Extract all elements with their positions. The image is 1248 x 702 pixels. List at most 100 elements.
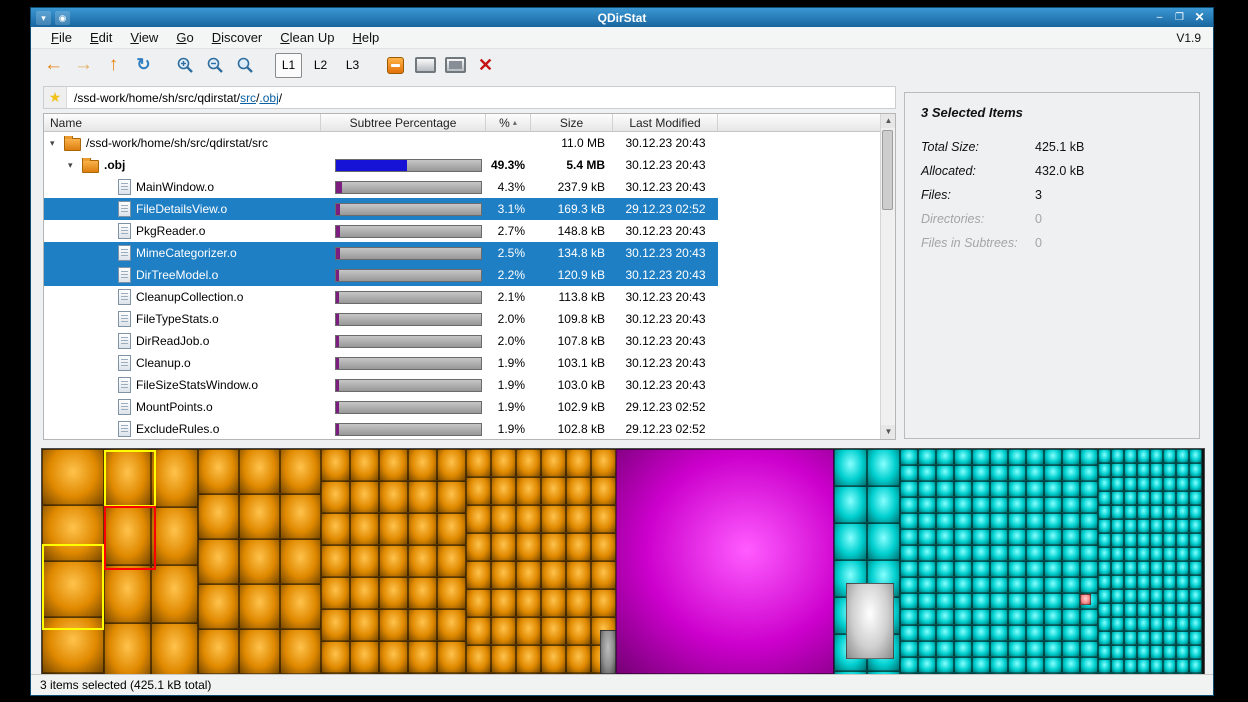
treemap-tile[interactable] — [918, 465, 936, 481]
treemap-tile[interactable] — [954, 481, 972, 497]
expander-icon[interactable]: ▾ — [68, 160, 77, 171]
treemap-tile[interactable] — [1189, 617, 1202, 631]
treemap-tile[interactable] — [1176, 617, 1189, 631]
treemap-tile[interactable] — [1163, 547, 1176, 561]
treemap-tile[interactable] — [466, 449, 491, 477]
treemap-tile[interactable] — [1124, 449, 1137, 463]
level-3-button[interactable]: L3 — [339, 53, 366, 78]
treemap-tile[interactable] — [198, 539, 239, 584]
treemap-tile[interactable] — [1163, 505, 1176, 519]
treemap-tile[interactable] — [1098, 519, 1111, 533]
treemap-tile[interactable] — [1008, 609, 1026, 625]
treemap-tile[interactable] — [900, 657, 918, 673]
treemap-tile[interactable] — [1124, 519, 1137, 533]
treemap-tile[interactable] — [1150, 505, 1163, 519]
treemap-tile[interactable] — [1026, 449, 1044, 465]
treemap-tile[interactable] — [516, 645, 541, 673]
treemap-tile[interactable] — [591, 505, 616, 533]
treemap-tile[interactable] — [936, 609, 954, 625]
treemap-tile[interactable] — [972, 609, 990, 625]
menu-edit[interactable]: Edit — [82, 28, 120, 47]
treemap-tile[interactable] — [1062, 545, 1080, 561]
treemap-tile[interactable] — [900, 561, 918, 577]
treemap-tile[interactable] — [198, 584, 239, 629]
treemap-tile[interactable] — [1080, 641, 1098, 657]
treemap-tile[interactable] — [379, 577, 408, 609]
treemap-tile[interactable] — [1026, 593, 1044, 609]
treemap-tile[interactable] — [1163, 449, 1176, 463]
treemap-tile[interactable] — [1124, 561, 1137, 575]
menu-clean-up[interactable]: Clean Up — [272, 28, 342, 47]
column-header-percent[interactable]: %▴ — [486, 114, 531, 131]
zoom-reset-button[interactable] — [233, 53, 258, 78]
treemap-tile[interactable] — [1150, 575, 1163, 589]
treemap-tile[interactable] — [1124, 575, 1137, 589]
treemap-tile[interactable] — [1163, 477, 1176, 491]
image-view-button[interactable] — [443, 53, 468, 78]
treemap-tile[interactable] — [1008, 657, 1026, 673]
treemap-tile[interactable] — [516, 561, 541, 589]
treemap-tile[interactable] — [954, 625, 972, 641]
treemap-tile[interactable] — [350, 513, 379, 545]
treemap-tile[interactable] — [566, 561, 591, 589]
column-header-size[interactable]: Size — [531, 114, 613, 131]
up-button[interactable]: ↑ — [101, 53, 126, 78]
treemap-tile[interactable] — [936, 593, 954, 609]
treemap-tile[interactable] — [918, 593, 936, 609]
treemap-tile[interactable] — [834, 449, 867, 486]
treemap-tile[interactable] — [1080, 497, 1098, 513]
treemap-tile[interactable] — [1124, 617, 1137, 631]
treemap-tile[interactable] — [1044, 465, 1062, 481]
treemap-tile[interactable] — [1124, 631, 1137, 645]
treemap-view-button[interactable] — [413, 53, 438, 78]
treemap-tile[interactable] — [437, 577, 466, 609]
treemap-tile[interactable] — [918, 577, 936, 593]
treemap-tile[interactable] — [1189, 631, 1202, 645]
treemap-tile[interactable] — [1098, 659, 1111, 673]
scrollbar-up-icon[interactable]: ▲ — [881, 114, 896, 128]
treemap-tile[interactable] — [1163, 589, 1176, 603]
treemap-tile[interactable] — [1150, 589, 1163, 603]
treemap-tile[interactable] — [280, 629, 321, 674]
treemap-tile[interactable] — [1163, 631, 1176, 645]
treemap-tile[interactable] — [1124, 505, 1137, 519]
treemap-tile[interactable] — [491, 645, 516, 673]
treemap-tile[interactable] — [1044, 625, 1062, 641]
treemap-tile[interactable] — [1080, 465, 1098, 481]
treemap-tile[interactable] — [1176, 491, 1189, 505]
treemap-tile[interactable] — [1137, 491, 1150, 505]
treemap-tile[interactable] — [1189, 477, 1202, 491]
treemap-tile[interactable] — [350, 545, 379, 577]
treemap-tile[interactable] — [1111, 519, 1124, 533]
treemap-tile[interactable] — [918, 545, 936, 561]
treemap-tile[interactable] — [918, 641, 936, 657]
treemap-tile[interactable] — [900, 625, 918, 641]
treemap-tile[interactable] — [954, 609, 972, 625]
treemap-tile[interactable] — [954, 545, 972, 561]
treemap-tile[interactable] — [1044, 545, 1062, 561]
treemap-tile[interactable] — [1044, 497, 1062, 513]
treemap-tile[interactable] — [918, 625, 936, 641]
treemap-tile[interactable] — [1080, 481, 1098, 497]
treemap-tile[interactable] — [1189, 645, 1202, 659]
treemap-tile[interactable] — [1111, 547, 1124, 561]
treemap-tile[interactable] — [1026, 641, 1044, 657]
tree-row[interactable]: ▾ ExcludeRules.o 1.9% 102.8 kB 29.12.23 … — [44, 418, 895, 440]
treemap[interactable] — [41, 448, 1205, 675]
treemap-tile[interactable] — [321, 513, 350, 545]
treemap-tile[interactable] — [1026, 465, 1044, 481]
treemap-tile[interactable] — [1098, 617, 1111, 631]
treemap-tile[interactable] — [1150, 561, 1163, 575]
treemap-tile[interactable] — [1044, 449, 1062, 465]
treemap-tile[interactable] — [936, 497, 954, 513]
treemap-tile[interactable] — [516, 505, 541, 533]
treemap-tile[interactable] — [1026, 497, 1044, 513]
treemap-tile[interactable] — [437, 641, 466, 673]
treemap-tile[interactable] — [1189, 491, 1202, 505]
treemap-tile[interactable] — [954, 561, 972, 577]
treemap-tile[interactable] — [491, 533, 516, 561]
treemap-tile[interactable] — [834, 523, 867, 560]
treemap-tile[interactable] — [321, 609, 350, 641]
treemap-tile[interactable] — [239, 584, 280, 629]
treemap-tile[interactable] — [900, 577, 918, 593]
